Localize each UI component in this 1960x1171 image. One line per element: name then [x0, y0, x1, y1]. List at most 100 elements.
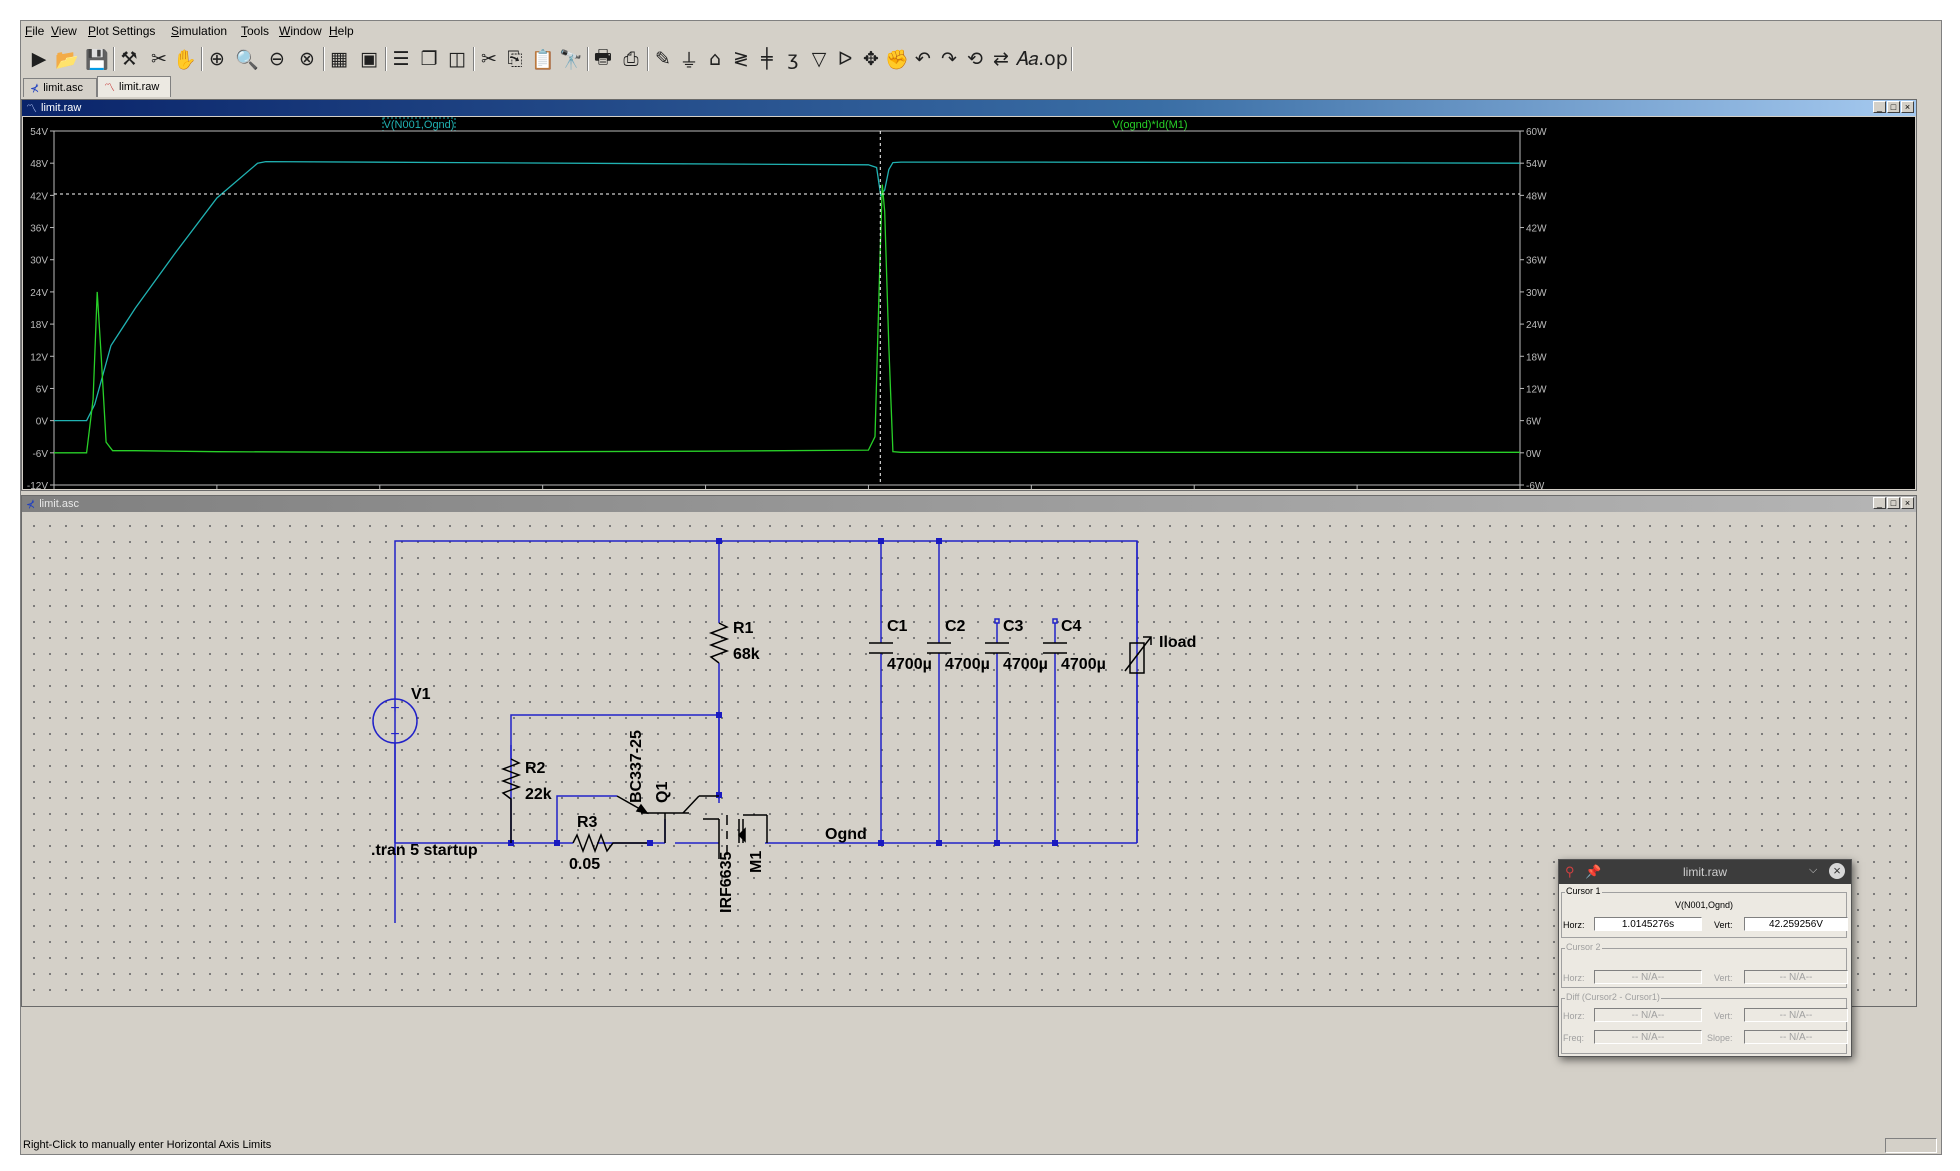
- autorange-icon[interactable]: ▦: [325, 45, 353, 73]
- mirror-icon[interactable]: ⇄: [987, 45, 1015, 73]
- paste-icon[interactable]: 📋: [529, 45, 557, 73]
- resistor-r1[interactable]: [708, 622, 730, 664]
- diff-vert-field: -- N/A--: [1744, 1008, 1848, 1022]
- tab-limit-asc[interactable]: ⊀ limit.asc: [23, 78, 97, 97]
- resistor-icon[interactable]: ≷: [727, 45, 755, 73]
- move-icon[interactable]: ✥: [857, 45, 885, 73]
- diode-icon[interactable]: ▽: [805, 45, 833, 73]
- menu-help[interactable]: Help: [329, 24, 354, 38]
- r3-value[interactable]: 0.05: [569, 856, 600, 873]
- capacitor-icon[interactable]: ╪: [753, 45, 781, 73]
- cursor1-horz-field[interactable]: 1.0145276s: [1594, 917, 1702, 931]
- print-icon[interactable]: 🖶: [589, 45, 617, 73]
- component-icon[interactable]: ᐅ: [831, 45, 859, 73]
- c2-name[interactable]: C2: [945, 618, 966, 635]
- inductor-icon[interactable]: ʒ: [779, 45, 807, 73]
- rotate-icon[interactable]: ⟲: [961, 45, 989, 73]
- run-icon[interactable]: ▶: [25, 45, 53, 73]
- q1-name[interactable]: Q1: [654, 782, 671, 803]
- menu-window[interactable]: Window: [279, 24, 322, 38]
- q1-model[interactable]: BC337-25: [628, 730, 645, 803]
- menu-tools[interactable]: Tools: [241, 24, 269, 38]
- waveform-titlebar[interactable]: 〽 limit.raw _ □ ×: [22, 100, 1916, 116]
- drag-icon[interactable]: ✊: [883, 45, 911, 73]
- tab-limit-raw[interactable]: 〽 limit.raw: [97, 76, 171, 97]
- menu-simulation[interactable]: Simulation: [171, 24, 227, 38]
- waveform-plot[interactable]: V(N001,Ognd) V(ognd)*Id(M1) 54V 48V 42V 36V…: [23, 117, 1915, 500]
- menu-plot-settings[interactable]: Plot Settings: [88, 24, 155, 38]
- c4-value[interactable]: 4700µ: [1061, 656, 1106, 673]
- ognd-net-label[interactable]: Ognd: [825, 826, 867, 843]
- spice-directive[interactable]: .tran 5 startup: [371, 842, 478, 859]
- find-icon[interactable]: 🔭: [557, 45, 585, 73]
- current-load-iload[interactable]: [1124, 636, 1152, 674]
- y-tick-label-right: 12W: [1526, 384, 1547, 395]
- tile-vertical-icon[interactable]: ◫: [443, 45, 471, 73]
- r1-name[interactable]: R1: [733, 620, 754, 637]
- halt-icon[interactable]: ✂: [145, 45, 173, 73]
- v1-label[interactable]: V1: [411, 686, 431, 703]
- close-button[interactable]: ×: [1901, 497, 1914, 509]
- zoom-in-icon[interactable]: ⊕: [203, 45, 231, 73]
- redo-icon[interactable]: ↷: [935, 45, 963, 73]
- ground-icon[interactable]: ⏚: [675, 45, 703, 73]
- y-tick-label-left: 0V: [36, 417, 49, 428]
- r3-name[interactable]: R3: [577, 814, 598, 831]
- undo-icon[interactable]: ↶: [909, 45, 937, 73]
- trace-voltage[interactable]: [54, 160, 1521, 422]
- c1-name[interactable]: C1: [887, 618, 908, 635]
- zoom-cancel-icon[interactable]: ⊗: [293, 45, 321, 73]
- minimize-button[interactable]: _: [1873, 101, 1886, 113]
- resistor-r2[interactable]: [500, 758, 522, 843]
- m1-model[interactable]: IRF6635: [718, 852, 735, 913]
- maximize-button[interactable]: □: [1887, 497, 1900, 509]
- c3-value[interactable]: 4700µ: [1003, 656, 1048, 673]
- c2-value[interactable]: 4700µ: [945, 656, 990, 673]
- cut-icon[interactable]: ✂: [475, 45, 503, 73]
- menu-view[interactable]: View: [51, 24, 77, 38]
- freq-label: Freq:: [1563, 1033, 1585, 1043]
- menu-file[interactable]: File: [25, 24, 44, 38]
- schematic-icon: ⊀: [26, 498, 36, 511]
- c1-value[interactable]: 4700µ: [887, 656, 932, 673]
- r2-value[interactable]: 22k: [525, 786, 552, 803]
- cursor2-label: Cursor 2: [1565, 942, 1602, 952]
- m1-name[interactable]: M1: [748, 851, 765, 873]
- schematic-titlebar[interactable]: ⊀ limit.asc _ □ ×: [22, 496, 1916, 512]
- maximize-button[interactable]: □: [1887, 101, 1900, 113]
- control-panel-icon[interactable]: ⚒: [115, 45, 143, 73]
- c3-name[interactable]: C3: [1003, 618, 1024, 635]
- tile-horizontal-icon[interactable]: ☰: [387, 45, 415, 73]
- close-icon[interactable]: ×: [1829, 863, 1845, 879]
- trace-label-voltage[interactable]: V(N001,Ognd): [384, 119, 455, 131]
- y-tick-label-right: 6W: [1526, 417, 1542, 428]
- save-icon[interactable]: 💾: [83, 45, 111, 73]
- plot-pane[interactable]: V(N001,Ognd) V(ognd)*Id(M1) 54V 48V 42V 36V…: [23, 117, 1915, 500]
- cursor-dialog[interactable]: ⚲ 📌 limit.raw ⌵ × Cursor 1 V(N001,Ognd) …: [1558, 859, 1852, 1057]
- pan-hand-icon[interactable]: ✋: [171, 45, 199, 73]
- c4-name[interactable]: C4: [1061, 618, 1082, 635]
- trace-label-power[interactable]: V(ognd)*Id(M1): [1112, 119, 1187, 131]
- minimize-button[interactable]: _: [1873, 497, 1886, 509]
- y-tick-label-left: 42V: [30, 191, 48, 202]
- r1-value[interactable]: 68k: [733, 646, 760, 663]
- spice-directive-icon[interactable]: .op: [1038, 45, 1068, 73]
- open-icon[interactable]: 📂: [53, 45, 81, 73]
- wire-icon[interactable]: ✎: [649, 45, 677, 73]
- close-button[interactable]: ×: [1901, 101, 1914, 113]
- view-fit-icon[interactable]: ▣: [355, 45, 383, 73]
- diff-slope-field: -- N/A--: [1744, 1030, 1848, 1044]
- cascade-icon[interactable]: ❐: [415, 45, 443, 73]
- chevron-down-icon[interactable]: ⌵: [1809, 864, 1817, 877]
- text-icon[interactable]: 𝐴𝑎: [1013, 45, 1041, 73]
- trace-power[interactable]: [54, 184, 1520, 454]
- label-net-icon[interactable]: ⌂: [701, 45, 729, 73]
- iload-label[interactable]: Iload: [1159, 634, 1196, 651]
- print-setup-icon[interactable]: ⎙: [617, 45, 645, 73]
- zoom-area-icon[interactable]: 🔍: [233, 45, 261, 73]
- copy-icon[interactable]: ⎘: [501, 45, 529, 73]
- cursor1-vert-field[interactable]: 42.259256V: [1744, 917, 1848, 931]
- r2-name[interactable]: R2: [525, 760, 546, 777]
- zoom-out-icon[interactable]: ⊖: [263, 45, 291, 73]
- cursor-dialog-titlebar[interactable]: ⚲ 📌 limit.raw ⌵ ×: [1559, 860, 1851, 884]
